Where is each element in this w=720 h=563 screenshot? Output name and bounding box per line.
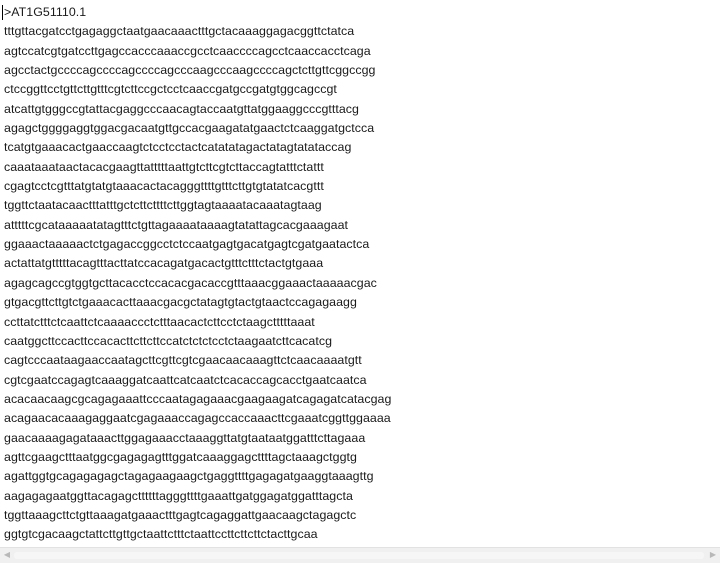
sequence-line: atcattgtgggccgtattacgaggcccaacagtaccaatg… [4,101,359,116]
scrollbar-thumb[interactable] [14,552,704,559]
sequence-line: tcatgtgaaacactgaaccaagtctcctcctactcatata… [4,140,352,155]
sequence-line: agtccatcgtgatccttgagccacccaaaccgcctcaacc… [4,43,371,58]
horizontal-scrollbar[interactable]: ◀ ▶ [0,547,720,563]
text-cursor [2,5,3,20]
sequence-text[interactable]: >AT1G51110.1 tttgttacgatcctgagaggctaatgaa… [4,3,704,548]
sequence-line: cagtcccaataagaaccaatagcttcgttcgtcgaacaac… [4,353,362,368]
sequence-line: actattatgtttttacagtttacttatccacagatgacac… [4,256,324,271]
sequence-line: aagagagaatggttacagagcttttttagggttttgaaat… [4,488,353,503]
sequence-line: agagctggggaggtggacgacaatgttgccacgaagatat… [4,121,375,136]
fasta-header-line: >AT1G51110.1 [4,5,87,19]
sequence-line: cgtcgaatccagagtcaaaggatcaattcatcaatctcac… [4,372,367,387]
sequence-line: caatggcttccacttccacacttcttcttccatctctctc… [4,333,333,348]
sequence-line: gtgacgttcttgtctgaaacacttaaacgacgctatagtg… [4,295,357,310]
sequence-line: agagcagccgtggtgcttacacctccacacgacaccgttt… [4,275,377,290]
sequence-line: caaataaataactacacgaagttatttttaattgtcttcg… [4,159,324,174]
scroll-left-arrow-icon[interactable]: ◀ [2,550,12,560]
scroll-right-arrow-icon[interactable]: ▶ [708,550,718,560]
sequence-line: agttcgaagctttaatggcgagagagtttggatcaaagga… [4,449,357,464]
editor-text-area[interactable]: >AT1G51110.1 tttgttacgatcctgagaggctaatgaa… [0,0,720,548]
sequence-line: acagaacacaaagaggaatcgagaaaccagagccaccaaa… [4,411,391,426]
sequence-line: acacaacaagcgcagagaaattcccaatagagaaacgaag… [4,391,392,406]
sequence-line: cgagtcctcgtttatgtatgtaaacactacagggttttgt… [4,179,324,194]
text-editor-window: >AT1G51110.1 tttgttacgatcctgagaggctaatgaa… [0,0,720,563]
sequence-line: atttttcgcataaaaatatagtttctgttagaaaataaaa… [4,217,349,232]
sequence-line: tttgttacgatcctgagaggctaatgaacaaactttgcta… [4,24,355,39]
sequence-line: ccttatctttctcaattctcaaaaccctctttaacactct… [4,314,315,329]
sequence-line: ggaaactaaaaactctgagaccggcctctccaatgagtga… [4,237,370,252]
sequence-line: agcctactgccccagccccagccccagcccaagcccaagc… [4,63,376,78]
sequence-line: gaacaaaagagataaacttggagaaacctaaaggttatgt… [4,430,366,445]
sequence-line: ctccggttcctgttcttgtttcgtcttccgctcctcaacc… [4,82,337,97]
sequence-line: tggttctaatacaactttatttgctcttcttttcttggta… [4,198,322,213]
sequence-line: agattggtgcagagagagctagagaagaagctgaggtttt… [4,469,374,484]
sequence-line: ggtgtcgacaagctattcttgttgctaattctttctaatt… [4,527,318,542]
sequence-line: tggttaaagcttctgttaaagatgaaactttgagtcagag… [4,507,357,522]
